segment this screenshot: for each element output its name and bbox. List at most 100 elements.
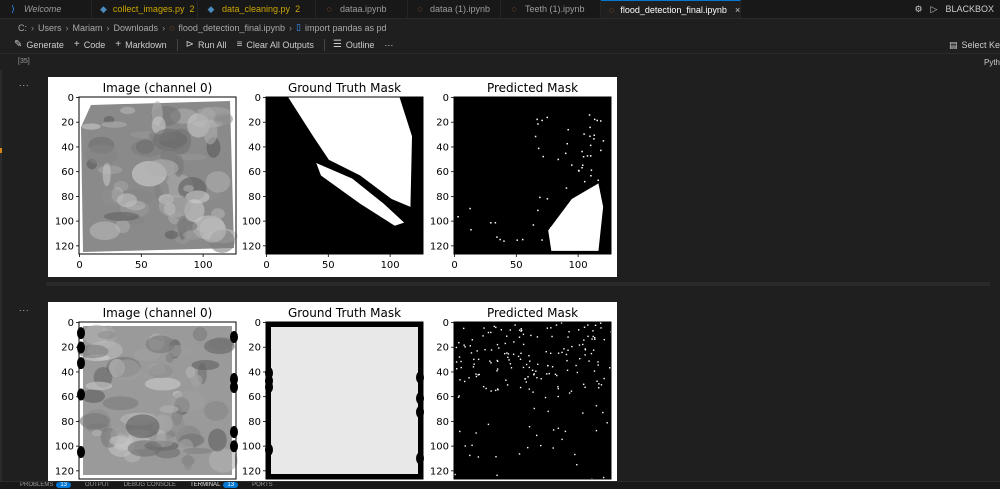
y-tick-label: 120 [430,466,449,477]
more-actions-button[interactable]: ··· [384,40,393,50]
chevron-right-icon: › [289,22,293,33]
tab-data-cleaning-py[interactable]: ◆ data_cleaning.py 2 [198,0,316,18]
subplot-2: Ground Truth Mask 0 20 40 60 80 100 120 [242,306,424,480]
y-tick-label: 40 [248,142,261,153]
panel-tab-ports[interactable]: PORTS [252,482,273,488]
panel-tab-label: TERMINAL [190,482,221,488]
tab-welcome[interactable]: ⟩ Welcome [0,0,92,18]
notebook-file-icon: ◌ [609,4,615,15]
heatmap-image [454,322,613,480]
scrollbar-thumb[interactable] [46,282,990,286]
run-all-button[interactable]: ⊳ Run All [186,39,227,50]
tab-bar-actions: ⚙ ▷ BLACKBOX [914,0,994,18]
subplot-title: Predicted Mask [487,306,578,320]
gear-icon[interactable]: ⚙ [914,4,922,15]
add-code-button[interactable]: + Code [74,39,105,50]
heatmap-image [266,97,423,254]
y-tick-label: 120 [55,241,74,252]
tab-label: Welcome [24,4,62,14]
breadcrumb-file[interactable]: flood_detection_final.ipynb [178,23,285,33]
y-tick-label: 20 [61,118,74,129]
y-tick-label: 100 [430,442,449,453]
y-tick-label: 60 [436,167,449,178]
select-kernel-button[interactable]: ▤ Select Ke [949,36,1000,54]
y-tick-label: 0 [443,93,449,104]
breadcrumb-cell[interactable]: import pandas as pd [305,23,387,33]
tab-label: flood_detection_final.ipynb [620,4,727,15]
breadcrumb-folder[interactable]: Downloads [114,23,159,33]
tab-label: collect_images.py [112,4,185,14]
run-all-icon: ⊳ [185,39,195,50]
tab-label: data_cleaning.py [222,4,291,14]
output-menu-button[interactable]: ... [19,303,30,313]
heatmap-image [79,97,238,254]
heatmap-image [454,97,611,254]
y-tick-label: 40 [436,142,449,153]
select-kernel-label: Select Ke [961,40,1000,50]
generate-button[interactable]: ✎ Generate [14,39,64,50]
close-icon[interactable]: × [735,5,740,15]
run-all-label: Run All [198,39,227,50]
y-tick-label: 100 [242,217,261,228]
breadcrumb-users[interactable]: Users [38,23,62,33]
y-tick-label: 0 [68,93,74,104]
chevron-right-icon: › [31,22,34,33]
y-tick-label: 40 [61,367,74,378]
editor-tab-bar: ⟩ Welcome ◆ collect_images.py 2 ◆ data_cleanin… [0,0,1000,19]
add-markdown-button[interactable]: + Markdown [115,39,166,50]
y-tick-label: 60 [61,167,74,178]
y-tick-label: 80 [61,192,74,203]
y-tick-label: 20 [436,118,449,129]
heatmap-image [77,322,238,479]
y-tick-label: 0 [443,318,449,329]
breadcrumb-user[interactable]: Mariam [73,23,103,33]
cell-header: [35] Pyth [0,56,1000,70]
tab-label: Teeth (1).ipynb [525,4,585,14]
x-tick-label: 0 [451,260,457,271]
tab-flood-detection-final-ipynb[interactable]: ◌ flood_detection_final.ipynb × [601,0,741,18]
y-tick-label: 0 [68,318,74,329]
y-tick-label: 0 [255,318,261,329]
y-tick-label: 60 [248,392,261,403]
outline-button[interactable]: ☰ Outline [333,39,375,50]
panel-tab-terminal[interactable]: TERMINAL 13 [190,482,239,488]
clear-all-outputs-button[interactable]: ≡ Clear All Outputs [237,39,314,50]
notebook-file-icon: ◌ [169,22,175,33]
tab-dataa-1-ipynb[interactable]: ◌ dataa (1).ipynb [408,0,501,18]
y-tick-label: 80 [436,192,449,203]
y-tick-label: 20 [248,118,261,129]
notebook-file-icon: ◌ [326,4,332,14]
notebook-toolbar: ✎ Generate + Code + Markdown ⊳ Run All ≡ Clea… [0,36,1000,54]
execution-count: [35] [18,58,30,65]
panel-tab-label: OUTPUT [85,482,110,488]
tab-dataa-ipynb[interactable]: ◌ dataa.ipynb [316,0,408,18]
y-tick-label: 20 [248,343,261,354]
breadcrumb-drive[interactable]: C: [18,23,27,33]
y-tick-label: 20 [436,343,449,354]
clear-outputs-label: Clear All Outputs [246,39,314,50]
output-figure-2: Image (channel 0) 0 20 40 60 80 100 120 Ground T… [48,302,617,481]
sparkle-icon: ✎ [14,39,23,50]
x-tick-label: 0 [76,260,82,271]
python-file-icon: ◆ [207,3,215,14]
panel-tab-problems[interactable]: PROBLEMS 13 [20,482,72,488]
plus-icon: + [115,39,122,50]
python-file-icon: ◆ [100,3,107,14]
y-tick-label: 80 [61,417,74,428]
subplot-title: Ground Truth Mask [288,306,401,320]
run-icon[interactable]: ▷ [931,4,938,15]
panel-tab-debug-console[interactable]: DEBUG CONSOLE [124,482,176,488]
panel-tab-output[interactable]: OUTPUT [85,482,110,488]
y-tick-label: 40 [436,367,449,378]
cell-language-label[interactable]: Pyth [984,58,1000,67]
panel-tab-label: PROBLEMS [20,482,54,488]
chevron-right-icon: › [65,22,69,33]
y-tick-label: 60 [436,392,449,403]
output-menu-button[interactable]: ... [19,78,30,88]
toolbar-divider [176,38,178,51]
count-badge: 13 [223,482,239,488]
tab-collect-images-py[interactable]: ◆ collect_images.py 2 [92,0,198,18]
tab-teeth-1-ipynb[interactable]: ◌ Teeth (1).ipynb [501,0,601,18]
blackbox-label[interactable]: BLACKBOX [945,4,994,14]
horizontal-scrollbar[interactable] [46,281,990,287]
